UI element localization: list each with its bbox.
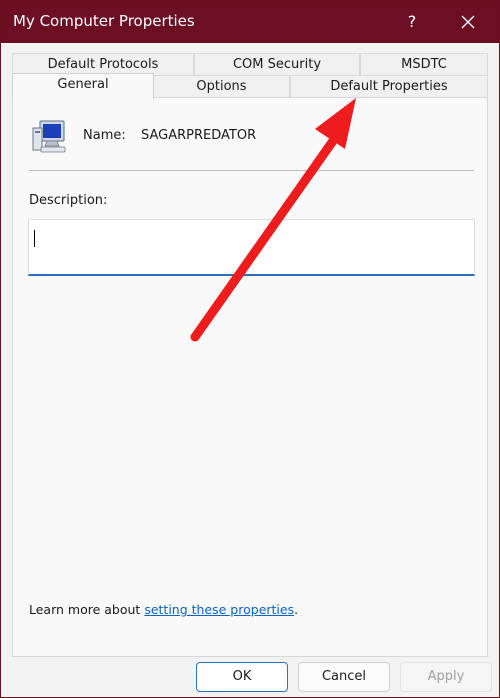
title-bar: My Computer Properties ? <box>1 1 499 43</box>
text-caret <box>34 230 35 247</box>
description-label: Description: <box>29 193 108 208</box>
computer-monitor-icon <box>32 120 66 153</box>
tab-options[interactable]: Options <box>153 75 290 97</box>
help-button[interactable]: ? <box>397 7 427 37</box>
general-panel: Name: SAGARPREDATOR Description: Learn m… <box>12 97 488 657</box>
learn-more-link[interactable]: setting these properties <box>144 602 294 617</box>
tab-com-security[interactable]: COM Security <box>194 53 360 75</box>
close-button[interactable] <box>451 7 485 37</box>
learn-more-text: Learn more about setting these propertie… <box>29 602 298 617</box>
computer-name-value: SAGARPREDATOR <box>141 128 257 143</box>
apply-button[interactable]: Apply <box>400 662 492 692</box>
tab-default-protocols[interactable]: Default Protocols <box>12 53 194 75</box>
properties-window: My Computer Properties ? Default Protoco… <box>0 0 500 698</box>
cancel-button[interactable]: Cancel <box>298 662 390 692</box>
window-title: My Computer Properties <box>13 12 195 30</box>
tab-msdtc[interactable]: MSDTC <box>360 53 488 75</box>
tab-default-properties[interactable]: Default Properties <box>290 75 488 97</box>
learn-more-suffix: . <box>294 602 299 617</box>
close-icon <box>461 15 475 29</box>
dialog-body: Default Protocols COM Security MSDTC Opt… <box>1 43 499 697</box>
ok-button[interactable]: OK <box>196 662 288 692</box>
name-label: Name: <box>83 128 126 143</box>
separator <box>29 170 474 171</box>
tab-general[interactable]: General <box>12 73 154 99</box>
description-input[interactable] <box>28 219 475 276</box>
learn-more-prefix: Learn more about <box>29 602 145 617</box>
